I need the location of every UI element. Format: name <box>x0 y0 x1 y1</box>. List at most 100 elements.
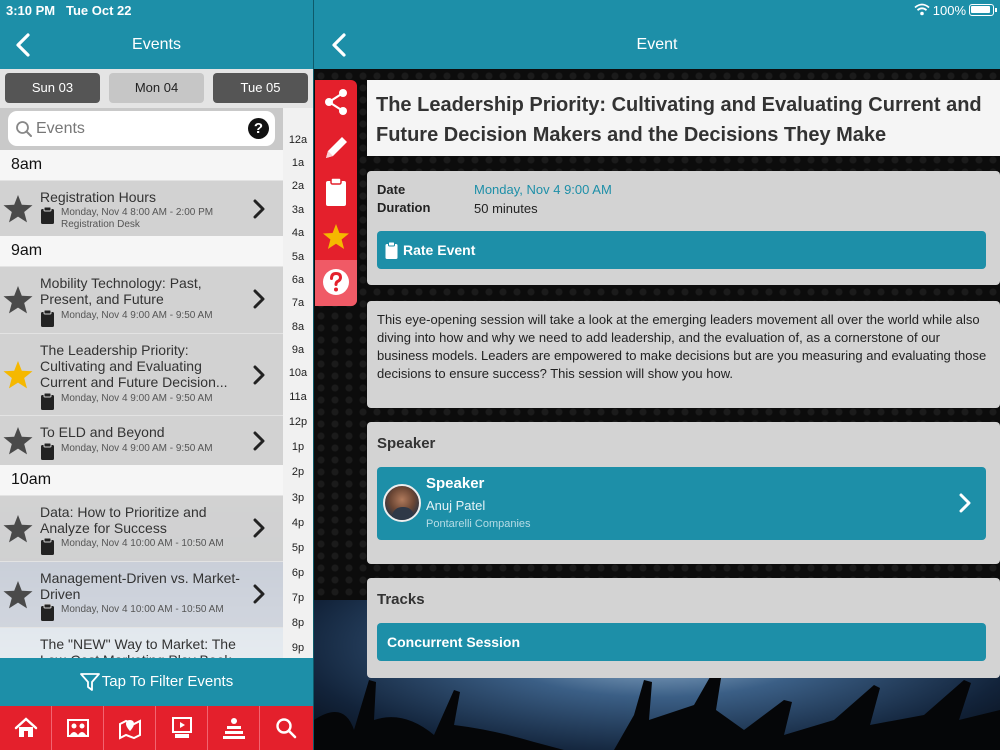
section-header-10am: 10am <box>0 465 283 495</box>
events-list-pane: 3:10 PM Tue Oct 22 Events Sun 03 Mon 04 … <box>0 0 313 750</box>
chevron-right-icon <box>253 365 265 385</box>
time-index-label[interactable]: 1p <box>283 441 313 453</box>
date-value[interactable]: Monday, Nov 4 9:00 AM <box>474 182 612 197</box>
nav-sponsors[interactable] <box>208 706 260 750</box>
star-icon[interactable] <box>2 513 34 545</box>
list-item-event[interactable]: To ELD and Beyond Monday, Nov 4 9:00 AM … <box>0 415 283 465</box>
search-icon <box>276 718 297 739</box>
time-index-label[interactable]: 9p <box>283 642 313 654</box>
event-title: The Leadership Priority: Cultivating and… <box>40 342 228 390</box>
clipboard-icon <box>385 241 398 259</box>
event-meta: Monday, Nov 4 9:00 AM - 9:50 AM <box>40 442 240 460</box>
star-icon[interactable] <box>2 284 34 316</box>
share-icon <box>325 89 347 115</box>
event-title: Mobility Technology: Past, Present, and … <box>40 275 202 307</box>
search-help-icon[interactable]: ? <box>248 118 269 139</box>
speaker-heading: Speaker <box>377 435 436 452</box>
question-icon <box>323 269 349 295</box>
tab-day-sun[interactable]: Sun 03 <box>5 73 100 103</box>
nav-home[interactable] <box>0 706 52 750</box>
event-time: Monday, Nov 4 10:00 AM - 10:50 AM <box>61 604 224 615</box>
tracks-heading: Tracks <box>377 591 425 608</box>
star-icon[interactable] <box>2 193 34 225</box>
list-item-event[interactable]: Mobility Technology: Past, Present, and … <box>0 266 283 333</box>
time-index-label[interactable]: 6p <box>283 567 313 579</box>
filter-events-button[interactable]: Tap To Filter Events <box>0 658 313 706</box>
duration-label: Duration <box>377 200 431 215</box>
event-meta: Monday, Nov 4 10:00 AM - 10:50 AM <box>40 603 240 621</box>
left-navbar: 3:10 PM Tue Oct 22 Events <box>0 0 313 69</box>
chevron-right-icon <box>253 431 265 451</box>
time-index-label[interactable]: 4a <box>283 227 313 239</box>
chevron-right-icon <box>253 518 265 538</box>
events-list[interactable]: 8am Registration Hours Monday, Nov 4 8:0… <box>0 150 283 658</box>
speaker-role: Speaker <box>426 475 485 492</box>
time-index-label[interactable]: 9a <box>283 344 313 356</box>
time-index-label[interactable]: 2p <box>283 466 313 478</box>
event-title: Data: How to Prioritize and Analyze for … <box>40 504 207 536</box>
time-index-label[interactable]: 12p <box>283 416 313 428</box>
time-index-label[interactable]: 7a <box>283 297 313 309</box>
edit-notes-button[interactable] <box>315 125 357 169</box>
star-icon[interactable] <box>2 579 34 611</box>
search-input[interactable] <box>36 117 246 141</box>
time-index-label[interactable]: 8a <box>283 321 313 333</box>
event-meta: Monday, Nov 4 9:00 AM - 9:50 AM <box>40 309 240 327</box>
chevron-right-icon <box>959 493 971 513</box>
event-description-card: This eye-opening session will take a loo… <box>367 301 1000 408</box>
gallery-icon <box>67 719 89 737</box>
event-title: Management-Driven vs. Market-Driven <box>40 570 240 602</box>
time-index-label[interactable]: 11a <box>283 391 313 403</box>
avatar <box>383 484 421 522</box>
filter-label: Tap To Filter Events <box>101 673 234 690</box>
list-item-event[interactable]: Registration Hours Monday, Nov 4 8:00 AM… <box>0 180 283 236</box>
time-index-label[interactable]: 4p <box>283 517 313 529</box>
clipboard-icon <box>41 442 54 460</box>
time-index-label[interactable]: 12a <box>283 134 313 146</box>
event-time: Monday, Nov 4 9:00 AM - 9:50 AM <box>61 443 213 454</box>
list-item-event-selected[interactable]: The Leadership Priority: Cultivating and… <box>0 333 283 415</box>
event-action-toolbar <box>315 80 357 306</box>
clipboard-icon <box>326 177 346 206</box>
list-item-event[interactable]: The "NEW" Way to Market: The Low-Cost Ma… <box>0 627 283 658</box>
speaker-item[interactable]: Speaker Anuj Patel Pontarelli Companies <box>377 467 986 540</box>
star-icon-active[interactable] <box>2 359 34 391</box>
track-item[interactable]: Concurrent Session <box>377 623 986 661</box>
favorite-button[interactable] <box>315 215 357 259</box>
clipboard-icon <box>41 537 54 555</box>
rate-event-label: Rate Event <box>403 242 476 258</box>
filter-icon <box>79 673 100 691</box>
time-index-label[interactable]: 7p <box>283 592 313 604</box>
event-title: The Leadership Priority: Cultivating and… <box>376 94 982 146</box>
time-index-label[interactable]: 5a <box>283 251 313 263</box>
clipboard-icon <box>41 603 54 621</box>
survey-button[interactable] <box>315 170 357 214</box>
rate-event-button[interactable]: Rate Event <box>377 231 986 269</box>
list-item-event[interactable]: Data: How to Prioritize and Analyze for … <box>0 495 283 561</box>
time-index-label[interactable]: 1a <box>283 157 313 169</box>
clipboard-icon <box>41 309 54 327</box>
nav-map[interactable] <box>104 706 156 750</box>
event-title-card: The Leadership Priority: Cultivating and… <box>367 80 1000 156</box>
nav-search[interactable] <box>260 706 312 750</box>
time-index-label[interactable]: 5p <box>283 542 313 554</box>
nav-gallery[interactable] <box>52 706 104 750</box>
time-index-label[interactable]: 10a <box>283 367 313 379</box>
event-details-card: Date Monday, Nov 4 9:00 AM Duration 50 m… <box>367 171 1000 285</box>
right-page-title: Event <box>636 36 678 53</box>
list-item-event[interactable]: Management-Driven vs. Market-Driven Mond… <box>0 561 283 627</box>
speaker-card: Speaker Speaker Anuj Patel Pontarelli Co… <box>367 422 1000 564</box>
time-index-label[interactable]: 2a <box>283 180 313 192</box>
status-clock: 3:10 PM Tue Oct 22 <box>6 3 132 18</box>
time-index-label[interactable]: 3p <box>283 492 313 504</box>
time-index-label[interactable]: 8p <box>283 617 313 629</box>
tab-day-tue[interactable]: Tue 05 <box>213 73 308 103</box>
share-button[interactable] <box>315 80 357 124</box>
nav-media[interactable] <box>156 706 208 750</box>
star-icon[interactable] <box>2 425 34 457</box>
tab-day-mon[interactable]: Mon 04 <box>109 73 204 103</box>
time-index[interactable]: 12a 1a 2a 3a 4a 5a 6a 7a 8a 9a 10a 11a 1… <box>283 108 313 658</box>
time-index-label[interactable]: 3a <box>283 204 313 216</box>
help-button[interactable] <box>315 260 357 306</box>
time-index-label[interactable]: 6a <box>283 274 313 286</box>
